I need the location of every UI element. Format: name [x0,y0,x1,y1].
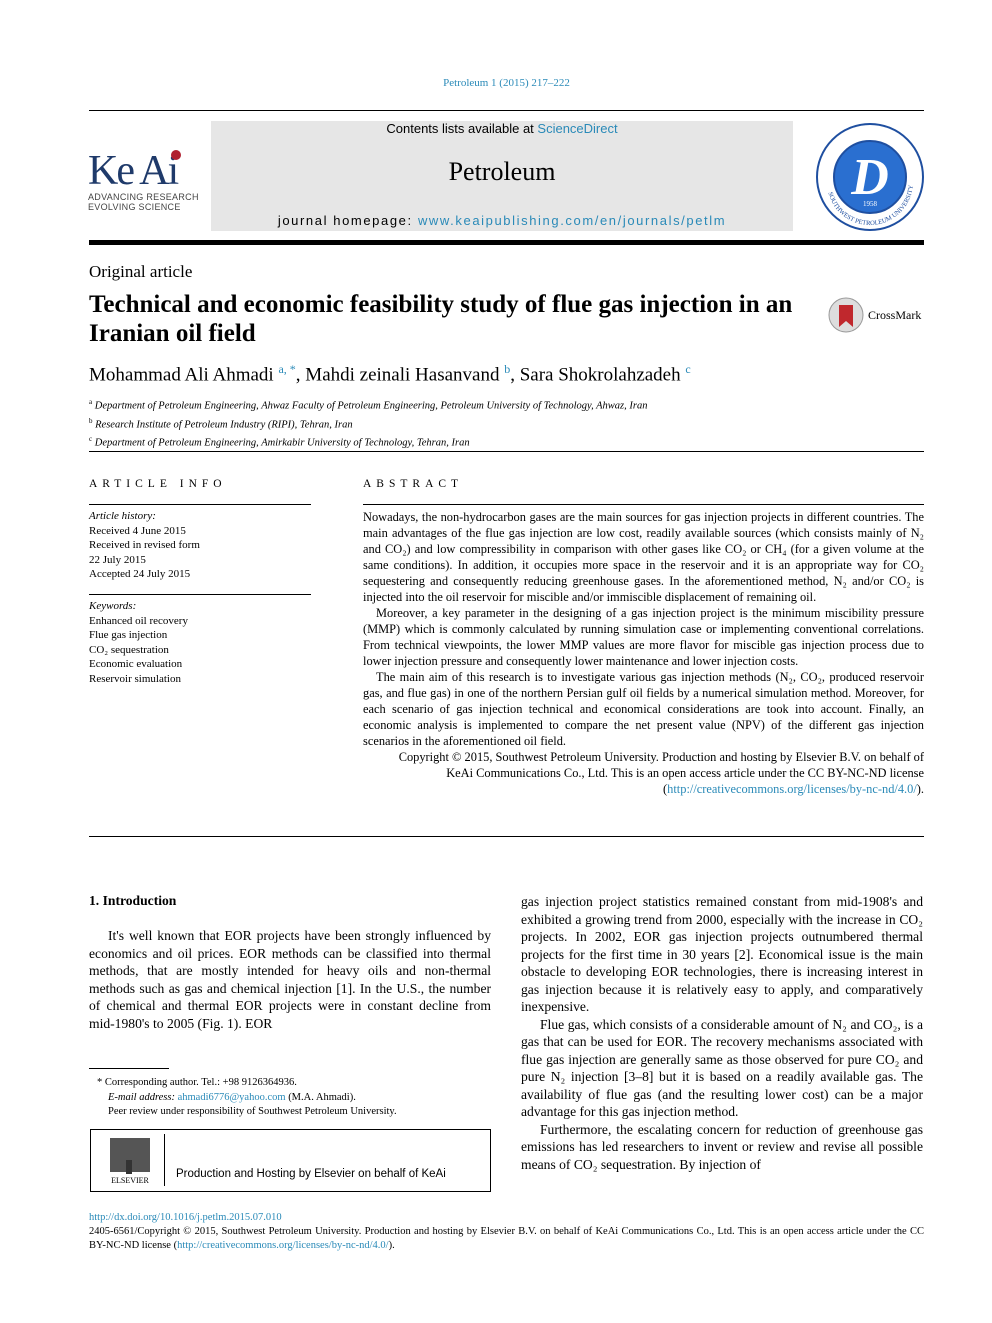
elsevier-tree-logo: ELSEVIER [110,1138,150,1184]
journal-banner: Contents lists available at ScienceDirec… [211,121,793,231]
keai-logo: Ke Ai ADVANCING RESEARCH EVOLVING SCIENC… [88,148,199,212]
article-history: Article history: Received 4 June 2015 Re… [89,510,200,580]
university-seal-logo: D 1958 SOUTHWEST PETROLEUM UNIVERSITY [816,123,924,231]
bottom-info: http://dx.doi.org/10.1016/j.petlm.2015.0… [89,1211,924,1251]
section-heading: 1. Introduction [89,893,177,908]
author-affiliation-link[interactable]: c [685,362,690,376]
footnotes: * Corresponding author. Tel.: +98 912636… [97,1077,397,1117]
author-affiliation-link[interactable]: b [504,362,510,376]
license-link[interactable]: http://creativecommons.org/licenses/by-n… [667,782,917,796]
crossmark-icon [828,297,864,333]
doi-link[interactable]: http://dx.doi.org/10.1016/j.petlm.2015.0… [89,1211,924,1225]
header-rule [89,240,924,245]
abstract-body: Nowadays, the non-hydrocarbon gases are … [363,510,924,796]
keyword: CO₂ sequestration [89,643,169,656]
license-link[interactable]: http://creativecommons.org/licenses/by-n… [177,1240,389,1251]
affiliations: a Department of Petroleum Engineering, A… [89,398,648,449]
abstract-heading: ABSTRACT [363,478,464,490]
intro-left-column: It's well known that EOR projects have b… [89,928,491,1031]
divider [89,451,924,452]
homepage-link[interactable]: www.keaipublishing.com/en/journals/petlm [418,213,726,228]
crossmark-button[interactable]: CrossMark [828,297,921,333]
author-name: Sara Shokrolahzadeh [519,364,681,386]
divider [89,836,924,837]
keyword: Reservoir simulation [89,672,181,685]
author-name: Mohammad Ali Ahmadi [89,364,274,386]
email-link[interactable]: ahmadi6776@yahoo.com [178,1092,286,1103]
journal-citation[interactable]: Petroleum 1 (2015) 217–222 [0,77,992,89]
author-affiliation-link[interactable]: a, * [278,362,295,376]
keyword: Enhanced oil recovery [89,614,188,627]
paper-page: Petroleum 1 (2015) 217–222 Ke Ai ADVANCI… [0,0,992,1323]
article-info-heading: ARTICLE INFO [89,478,227,490]
article-title: Technical and economic feasibility study… [89,291,793,347]
svg-text:D: D [850,149,889,206]
elsevier-box: ELSEVIER Production and Hosting by Elsev… [90,1129,491,1192]
svg-text:1958: 1958 [863,200,878,208]
keywords: Keywords: Enhanced oil recovery Flue gas… [89,599,311,686]
sciencedirect-link[interactable]: ScienceDirect [537,121,617,136]
journal-name: Petroleum [448,157,556,186]
svg-text:ELSEVIER: ELSEVIER [111,1176,149,1184]
author-list: Mohammad Ali Ahmadi a, *, Mahdi zeinali … [89,362,691,386]
top-rule [89,110,924,111]
intro-right-column: gas injection project statistics remaine… [521,894,923,1172]
article-type: Original article [89,262,193,281]
keyword: Economic evaluation [89,658,183,670]
author-name: Mahdi zeinali Hasanvand [305,364,500,386]
keyword: Flue gas injection [89,629,168,641]
